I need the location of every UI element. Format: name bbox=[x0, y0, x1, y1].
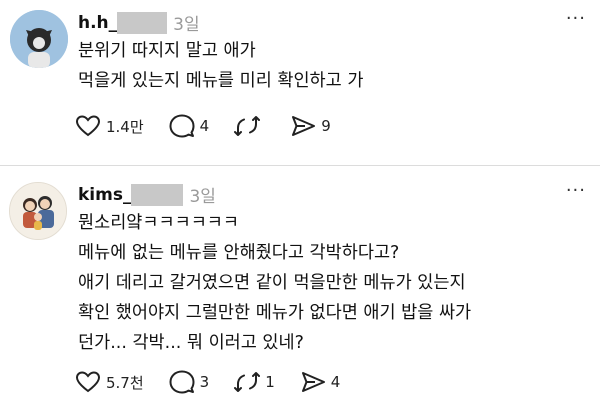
post-line: 뭔소리얔ㅋㅋㅋㅋㅋㅋ bbox=[78, 213, 239, 233]
avatar-image bbox=[10, 10, 68, 68]
like-count: 5.7천 bbox=[106, 373, 144, 392]
comment-button[interactable]: 4 bbox=[168, 112, 210, 140]
post-1: h.h_ 3일 ··· 분위기 따지지 말고 애가먹을게 있는지 메뉴를 미리 … bbox=[0, 0, 600, 166]
post-body: 뭔소리얔ㅋㅋㅋㅋㅋㅋ 메뉴에 없는 메뉴를 안해줬다고 각박하다고? 애기 데리고 … bbox=[78, 208, 471, 358]
share-count: 4 bbox=[330, 373, 341, 391]
redacted-username bbox=[131, 183, 184, 206]
post-header: kims_ 3일 bbox=[78, 182, 216, 207]
repost-icon bbox=[234, 116, 261, 136]
comment-count: 3 bbox=[199, 373, 210, 391]
comment-icon bbox=[169, 370, 195, 394]
post-line: 먹을게 있는지 메뉴를 미리 확인하고 가 bbox=[78, 71, 364, 91]
comment-icon bbox=[169, 114, 195, 138]
repost-button[interactable] bbox=[233, 112, 265, 140]
like-button[interactable]: 5.7천 bbox=[74, 368, 144, 396]
repost-count: 1 bbox=[265, 373, 275, 391]
post-line: 애기 데리고 갈거였으면 같이 먹을만한 메뉴가 있는지 bbox=[78, 273, 466, 293]
post-line: 메뉴에 없는 메뉴를 안해줬다고 각박하다고? bbox=[78, 243, 400, 263]
comment-button[interactable]: 3 bbox=[168, 368, 210, 396]
repost-icon bbox=[234, 372, 261, 392]
action-bar: 1.4만 4 9 bbox=[74, 112, 355, 140]
post-header: h.h_ 3일 bbox=[78, 10, 200, 35]
post-line: 확인 했어야지 그럴만한 메뉴가 없다면 애기 밥을 싸가 bbox=[78, 303, 472, 323]
avatar-image bbox=[10, 183, 66, 239]
username[interactable]: kims_ bbox=[78, 185, 131, 205]
post-2: kims_ 3일 ··· 뭔소리얔ㅋㅋㅋㅋㅋㅋ 메뉴에 없는 메뉴를 안해줬다고 … bbox=[0, 166, 600, 407]
username[interactable]: h.h_ bbox=[78, 13, 117, 33]
share-count: 9 bbox=[321, 117, 331, 135]
more-options-button[interactable]: ··· bbox=[566, 8, 586, 29]
like-button[interactable]: 1.4만 bbox=[74, 112, 144, 140]
comment-count: 4 bbox=[199, 117, 210, 135]
heart-icon bbox=[75, 371, 101, 393]
share-icon bbox=[292, 116, 316, 136]
repost-button[interactable]: 1 bbox=[233, 368, 275, 396]
post-line: 분위기 따지지 말고 애가 bbox=[78, 41, 256, 61]
heart-icon bbox=[75, 115, 101, 137]
action-bar: 5.7천 3 1 4 bbox=[74, 368, 364, 396]
avatar[interactable] bbox=[9, 182, 67, 240]
share-button[interactable]: 9 bbox=[289, 112, 331, 140]
post-time: 3일 bbox=[189, 187, 216, 207]
share-button[interactable]: 4 bbox=[299, 368, 341, 396]
like-count: 1.4만 bbox=[106, 117, 144, 136]
post-line: 던가... 각박... 뭐 이러고 있네? bbox=[78, 333, 304, 353]
share-icon bbox=[301, 372, 325, 392]
redacted-username bbox=[117, 11, 168, 34]
avatar[interactable] bbox=[10, 10, 68, 68]
post-time: 3일 bbox=[173, 15, 200, 35]
more-options-button[interactable]: ··· bbox=[566, 180, 586, 201]
post-body: 분위기 따지지 말고 애가먹을게 있는지 메뉴를 미리 확인하고 가 bbox=[78, 36, 363, 96]
